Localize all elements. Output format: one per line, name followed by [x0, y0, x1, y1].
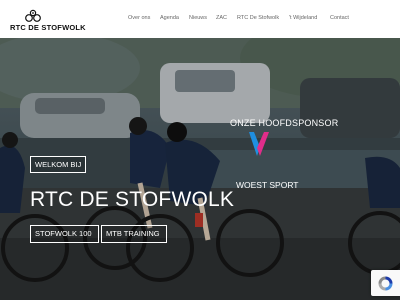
site-header: RTC DE STOFWOLK Over ons Agenda Nieuws Z… — [10, 0, 360, 38]
hero-title: RTC DE STOFWOLK — [30, 188, 235, 211]
sponsor-label: ONZE HOOFDSPONSOR — [230, 118, 339, 128]
nav-item-contact[interactable]: Contact — [330, 15, 349, 21]
recaptcha-badge[interactable] — [371, 270, 400, 296]
nav-item-wijdeland[interactable]: 't Wijdeland — [289, 15, 317, 21]
nav-item-rtc-de-stofwolk[interactable]: RTC De Stofwolk — [237, 15, 279, 21]
nav-item-agenda[interactable]: Agenda — [160, 15, 179, 21]
main-nav: Over ons Agenda Nieuws ZAC RTC De Stofwo… — [10, 15, 360, 25]
nav-item-nieuws[interactable]: Nieuws — [189, 15, 207, 21]
mtb-training-button[interactable]: MTB TRAINING — [101, 225, 167, 243]
stofwolk-100-button[interactable]: STOFWOLK 100 — [30, 225, 99, 243]
nav-item-zac[interactable]: ZAC — [216, 15, 227, 21]
welcome-badge: WELKOM BIJ — [30, 156, 87, 173]
recaptcha-icon — [378, 276, 393, 291]
sponsor-name: WOEST SPORT — [236, 180, 299, 190]
nav-item-over-ons[interactable]: Over ons — [128, 15, 150, 21]
sponsor-v-logo-icon[interactable] — [247, 130, 271, 158]
hero-banner: ONZE HOOFDSPONSOR WOEST SPORT WELKOM BIJ… — [0, 38, 400, 300]
